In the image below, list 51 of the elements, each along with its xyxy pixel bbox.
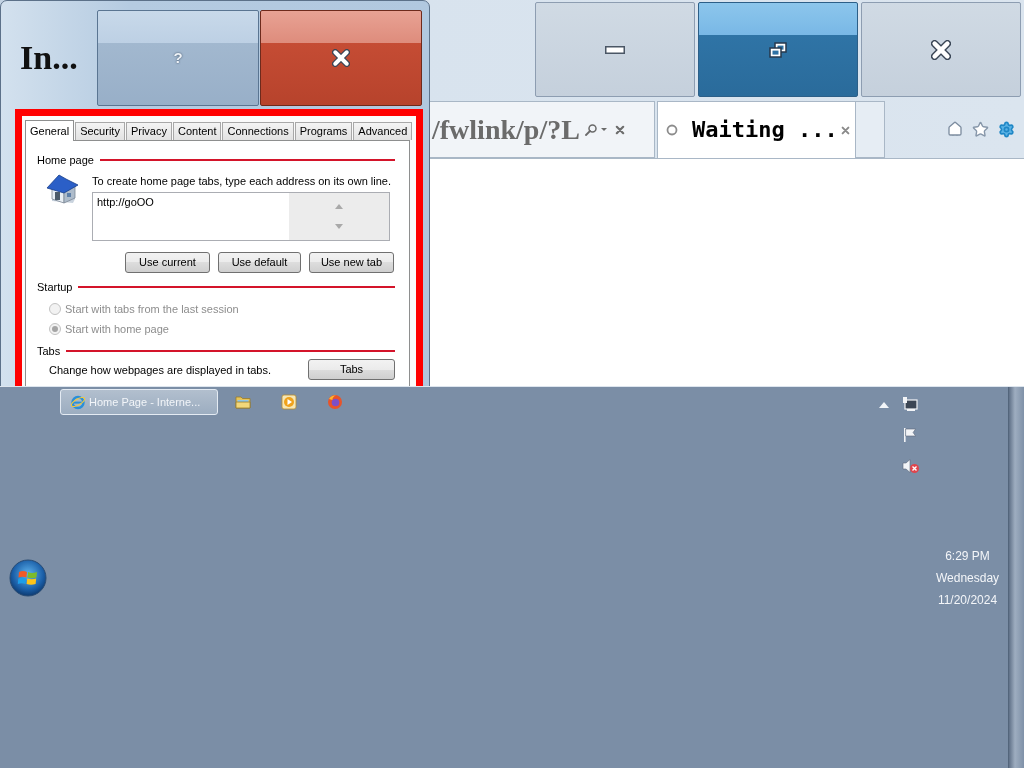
restore-button[interactable] <box>698 2 858 97</box>
home-page-button[interactable]: Use current <box>125 252 210 273</box>
browser-tab[interactable]: Waiting ... <box>657 101 856 158</box>
caret-icon[interactable] <box>600 128 607 131</box>
folder-icon[interactable] <box>235 394 251 410</box>
scroll-up-icon[interactable] <box>335 204 343 210</box>
home-page-button[interactable]: Use default <box>218 252 301 273</box>
house-icon <box>45 172 80 204</box>
ring-icon <box>666 124 678 136</box>
play-tile-icon[interactable] <box>281 394 297 410</box>
start-orb-icon[interactable] <box>9 558 47 597</box>
close-icon <box>614 124 625 135</box>
restore-icon <box>769 41 787 58</box>
new-tab-button[interactable] <box>856 101 885 158</box>
caret-up-icon[interactable] <box>879 402 889 408</box>
dialog-tab[interactable]: General <box>25 120 75 141</box>
scroll-down-icon[interactable] <box>335 223 343 229</box>
muted-speaker-icon[interactable] <box>902 458 920 474</box>
dialog-tab[interactable]: Programs <box>294 122 353 140</box>
dialog-tab[interactable]: Advanced <box>353 122 413 140</box>
address-field[interactable]: /fwlink/p/?L <box>430 101 655 158</box>
close-icon <box>931 39 951 60</box>
home-page-button[interactable]: Use new tab <box>309 252 394 273</box>
settings-icon[interactable] <box>998 120 1015 138</box>
close-icon <box>332 49 350 67</box>
section-heading: Startup <box>37 280 73 294</box>
search-icon[interactable] <box>584 123 597 136</box>
home-page-field[interactable]: http://goOO <box>92 192 390 241</box>
star-icon[interactable] <box>972 120 989 138</box>
radio-label: Start with tabs from the last session <box>65 301 239 317</box>
section-heading: Home page <box>37 153 94 167</box>
section-heading: Tabs <box>37 344 61 358</box>
dialog-tab[interactable]: Security <box>75 122 125 140</box>
minimize-button[interactable] <box>535 2 695 97</box>
home-icon[interactable] <box>947 121 963 137</box>
close-button[interactable] <box>260 10 422 106</box>
instruction-text: To create home page tabs, type each address on its own line. <box>92 174 391 188</box>
browser-icon <box>70 394 86 410</box>
radio-label: Start with home page <box>65 321 169 337</box>
dialog-title: In... <box>19 41 78 75</box>
tabs-description: Change how webpages are displayed in tabs. <box>49 363 271 379</box>
globe-icon[interactable] <box>327 394 343 410</box>
tabs-button[interactable]: Tabs <box>308 359 395 380</box>
flag-icon[interactable] <box>902 427 918 443</box>
dialog-tab[interactable]: Connections <box>222 122 294 140</box>
dialog-tab[interactable]: Content <box>172 122 222 140</box>
dialog-tab[interactable]: Privacy <box>125 122 172 140</box>
network-icon[interactable] <box>902 396 918 412</box>
show-desktop-button[interactable] <box>1008 387 1024 768</box>
close-icon <box>841 125 850 135</box>
minimize-icon <box>605 45 625 54</box>
